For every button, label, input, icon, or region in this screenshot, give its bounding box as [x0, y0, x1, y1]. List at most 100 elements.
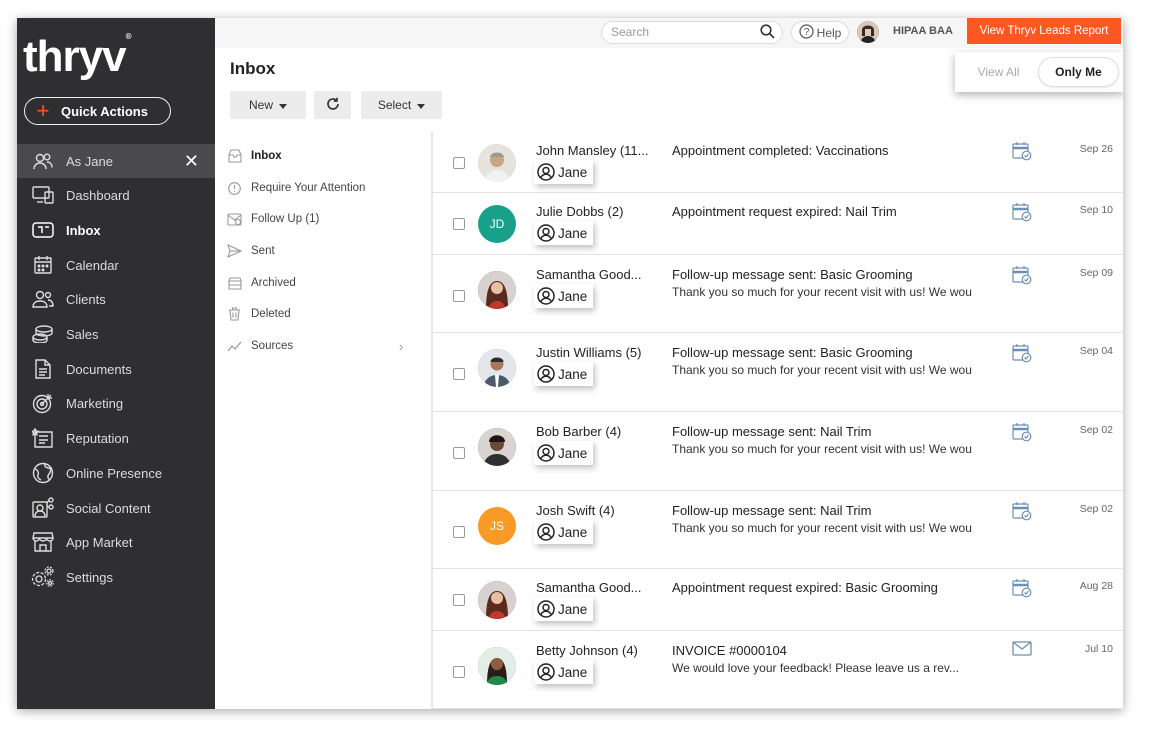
row-checkbox[interactable] [453, 290, 465, 302]
message-row[interactable]: Samantha Good... Jane Follow-up message se… [433, 255, 1123, 333]
globe-icon [30, 462, 56, 484]
message-row[interactable]: Bob Barber (4) Jane Follow-up message sent… [433, 412, 1123, 491]
user-circle-icon [537, 663, 555, 681]
message-subject: Follow-up message sent: Nail Trim [672, 503, 872, 518]
folder-label: Deleted [251, 308, 291, 320]
assignee-name: Jane [558, 524, 588, 540]
assignee-badge: Jane [534, 362, 594, 386]
message-row[interactable]: Samantha Good... Jane Appointment request … [433, 569, 1123, 631]
alert-icon [227, 181, 242, 196]
sidebar-item-as-jane[interactable]: As Jane ✕ [17, 144, 215, 178]
new-label: New [248, 98, 273, 112]
help-button[interactable]: ? Help [791, 21, 849, 44]
sent-icon [227, 244, 242, 259]
social-icon [30, 497, 56, 518]
sidebar-item-inbox[interactable]: Inbox [17, 213, 215, 247]
message-row[interactable]: John Mansley (11... Jane Appointment compl… [433, 132, 1123, 193]
folder-deleted[interactable]: Deleted [227, 304, 291, 324]
folder-label: Sent [251, 245, 275, 257]
sidebar-item-label: As Jane [66, 153, 113, 169]
assignee-name: Jane [558, 664, 588, 680]
sidebar-item-label: Dashboard [66, 187, 130, 203]
row-checkbox[interactable] [453, 447, 465, 459]
chevron-right-icon: › [399, 338, 404, 354]
search-input[interactable]: Search [601, 21, 783, 44]
folder-label: Require Your Attention [251, 182, 366, 194]
assignee-badge: Jane [534, 441, 594, 465]
calendar-check-icon [1012, 501, 1032, 521]
row-checkbox[interactable] [453, 526, 465, 538]
folder-label: Archived [251, 277, 296, 289]
contact-avatar [478, 349, 516, 387]
new-button[interactable]: New [230, 91, 306, 119]
message-row[interactable]: JS Josh Swift (4) Jane Follow-up message se… [433, 491, 1123, 569]
row-checkbox[interactable] [453, 157, 465, 169]
user-circle-icon [537, 365, 555, 383]
row-checkbox[interactable] [453, 594, 465, 606]
clients-icon [30, 289, 56, 309]
app-window: thryv® + Quick Actions As Jane ✕ Dashboa… [17, 18, 1123, 709]
row-checkbox[interactable] [453, 368, 465, 380]
dashboard-icon [30, 185, 56, 205]
contact-avatar: JD [478, 205, 516, 243]
quick-actions-button[interactable]: + Quick Actions [24, 97, 171, 125]
sidebar-item-app-market[interactable]: App Market [17, 525, 215, 559]
message-preview: Thank you so much for your recent visit … [672, 285, 972, 299]
contact-name: Bob Barber (4) [536, 424, 622, 439]
message-preview: Thank you so much for your recent visit … [672, 363, 972, 377]
folder-follow-up[interactable]: Follow Up (1) [227, 209, 319, 229]
followup-icon [227, 212, 242, 227]
sidebar-item-dashboard[interactable]: Dashboard [17, 178, 215, 212]
sidebar-item-label: App Market [66, 534, 133, 550]
message-date: Sep 26 [1079, 143, 1113, 155]
folder-archived[interactable]: Archived [227, 273, 296, 293]
sidebar-item-clients[interactable]: Clients [17, 282, 215, 316]
sidebar: thryv® + Quick Actions As Jane ✕ Dashboa… [17, 18, 215, 709]
sidebar-item-settings[interactable]: Settings [17, 560, 215, 594]
folder-inbox[interactable]: Inbox [227, 146, 282, 166]
row-checkbox[interactable] [453, 218, 465, 230]
sidebar-item-marketing[interactable]: Marketing [17, 386, 215, 420]
help-icon: ? [799, 23, 814, 42]
search-icon[interactable] [760, 24, 775, 46]
inbox-icon [227, 149, 242, 164]
assignee-badge: Jane [534, 221, 594, 245]
only-me-option[interactable]: Only Me [1038, 57, 1119, 87]
assignee-badge: Jane [534, 160, 594, 184]
calendar-icon [30, 255, 56, 275]
contact-avatar [478, 581, 516, 619]
message-row[interactable]: JD Julie Dobbs (2) Jane Appointment request… [433, 193, 1123, 255]
sidebar-item-label: Calendar [66, 257, 119, 273]
account-label[interactable]: HIPAA BAA [893, 25, 953, 37]
user-avatar[interactable] [857, 21, 879, 43]
sidebar-item-social-content[interactable]: Social Content [17, 491, 215, 525]
folder-sent[interactable]: Sent [227, 241, 275, 261]
select-button[interactable]: Select [361, 91, 442, 119]
top-bar: Search ? Help HIPAA BAA View Thryv Leads… [215, 18, 1123, 48]
row-checkbox[interactable] [453, 666, 465, 678]
sidebar-item-label: Marketing [66, 395, 124, 411]
sidebar-item-documents[interactable]: Documents [17, 352, 215, 386]
message-row[interactable]: Justin Williams (5) Jane Follow-up message… [433, 333, 1123, 412]
archive-icon [227, 276, 242, 291]
sidebar-item-calendar[interactable]: Calendar [17, 248, 215, 282]
sidebar-item-label: Online Presence [66, 465, 163, 481]
thryv-logo[interactable]: thryv® [23, 32, 131, 82]
calendar-check-icon [1012, 202, 1032, 222]
sidebar-item-reputation[interactable]: Reputation [17, 421, 215, 455]
view-leads-report-button[interactable]: View Thryv Leads Report [967, 18, 1121, 44]
folder-list: Inbox Require Your Attention Follow Up (… [215, 132, 433, 709]
contact-avatar [478, 428, 516, 466]
sidebar-item-sales[interactable]: Sales [17, 317, 215, 351]
message-preview: Thank you so much for your recent visit … [672, 442, 972, 456]
message-list: John Mansley (11... Jane Appointment compl… [433, 132, 1123, 709]
sidebar-item-online-presence[interactable]: Online Presence [17, 456, 215, 490]
view-all-option[interactable]: View All [959, 57, 1038, 87]
folder-require-attention[interactable]: Require Your Attention [227, 178, 365, 198]
close-icon[interactable]: ✕ [184, 151, 199, 172]
message-subject: Follow-up message sent: Basic Grooming [672, 345, 913, 360]
contact-name: Josh Swift (4) [536, 503, 615, 518]
message-row[interactable]: Betty Johnson (4) Jane INVOICE #0000104 We … [433, 631, 1123, 709]
refresh-button[interactable] [314, 91, 351, 119]
folder-sources[interactable]: Sources › [227, 336, 417, 356]
